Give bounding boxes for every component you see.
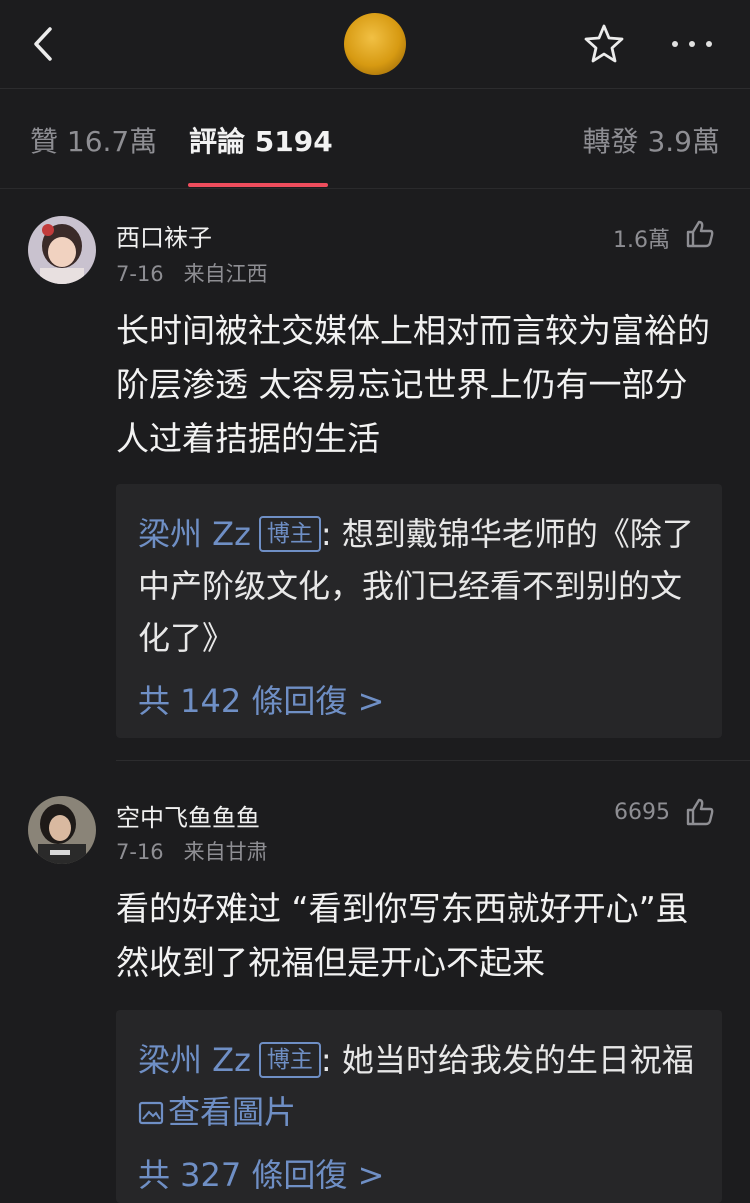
- tab-reposts[interactable]: 轉發 3.9萬: [583, 120, 720, 160]
- comment-meta: 7-16 来自甘肃: [116, 836, 268, 866]
- back-button[interactable]: [26, 24, 66, 64]
- view-image-link[interactable]: 查看圖片: [138, 1093, 296, 1131]
- avatar-image: [28, 216, 96, 284]
- image-icon: [138, 1101, 164, 1125]
- reply-content: : 她当时给我发的生日祝福: [320, 1041, 694, 1079]
- like-count: 1.6萬: [613, 228, 670, 253]
- reply-preview[interactable]: 梁州 Zz 博主: 想到戴锦华老师的《除了中产阶级文化，我们已经看不到别的文化了》…: [116, 484, 722, 738]
- like-button[interactable]: [684, 796, 716, 828]
- comment-text: 长时间被社交媒体上相对而言较为富裕的阶层渗透 太容易忘记世界上仍有一部分人过着拮…: [116, 311, 710, 458]
- avatar[interactable]: [28, 216, 96, 284]
- active-tab-indicator: [188, 183, 328, 187]
- author-badge: 博主: [258, 1042, 321, 1078]
- comment-text: 看的好难过 “看到你写东西就好开心”虽然收到了祝福但是开心不起来: [116, 889, 689, 982]
- more-icon: [689, 41, 695, 47]
- comment-username[interactable]: 西口袜子: [116, 218, 212, 253]
- thumbs-up-icon: [686, 220, 714, 248]
- reply-author[interactable]: 梁州 Zz: [138, 515, 251, 553]
- avatar[interactable]: [28, 796, 96, 864]
- view-replies-link[interactable]: 共 327 條回復 >: [138, 1150, 384, 1196]
- author-badge: 博主: [258, 516, 321, 552]
- reply-text-block: 梁州 Zz 博主: 想到戴锦华老师的《除了中产阶级文化，我们已经看不到别的文化了》: [138, 508, 708, 664]
- tab-comments[interactable]: 評論 5194: [189, 120, 333, 160]
- more-options-button[interactable]: [670, 32, 714, 56]
- comment-date: 7-16: [116, 262, 164, 286]
- comment-meta: 7-16 来自江西: [116, 258, 268, 288]
- more-icon: [706, 41, 712, 47]
- view-replies-link[interactable]: 共 142 條回復 >: [138, 676, 384, 722]
- reply-text-block: 梁州 Zz 博主: 她当时给我发的生日祝福 查看圖片: [138, 1034, 708, 1138]
- comment-location: 来自江西: [183, 262, 268, 286]
- top-bar: [0, 0, 750, 89]
- comment-divider: [116, 760, 750, 761]
- reply-preview[interactable]: 梁州 Zz 博主: 她当时给我发的生日祝福 查看圖片 共 327 條回復 >: [116, 1010, 722, 1203]
- more-icon: [672, 41, 678, 47]
- reply-author[interactable]: 梁州 Zz: [138, 1041, 251, 1079]
- author-avatar[interactable]: [344, 13, 406, 75]
- favorite-button[interactable]: [582, 22, 626, 66]
- comment-date: 7-16: [116, 840, 164, 864]
- avatar-image: [28, 796, 96, 864]
- tab-likes[interactable]: 贊 16.7萬: [30, 120, 157, 160]
- comment-location: 来自甘肃: [183, 840, 268, 864]
- comment-item: 空中飞鱼鱼鱼 7-16 来自甘肃 6695 看的好难过 “看到你写东西就好开心”虽…: [0, 768, 750, 1203]
- view-image-label: 查看圖片: [168, 1093, 297, 1131]
- like-count: 6695: [614, 800, 670, 825]
- star-icon: [584, 24, 624, 63]
- comment-item: 西口袜子 7-16 来自江西 1.6萬 长时间被社交媒体上相对而言较为富裕的阶层渗…: [0, 188, 750, 758]
- comment-username[interactable]: 空中飞鱼鱼鱼: [116, 798, 260, 833]
- chevron-left-icon: [34, 27, 52, 61]
- like-button[interactable]: [684, 218, 716, 250]
- thumbs-up-icon: [686, 798, 714, 826]
- tab-bar: 贊 16.7萬 評論 5194 轉發 3.9萬: [0, 88, 750, 189]
